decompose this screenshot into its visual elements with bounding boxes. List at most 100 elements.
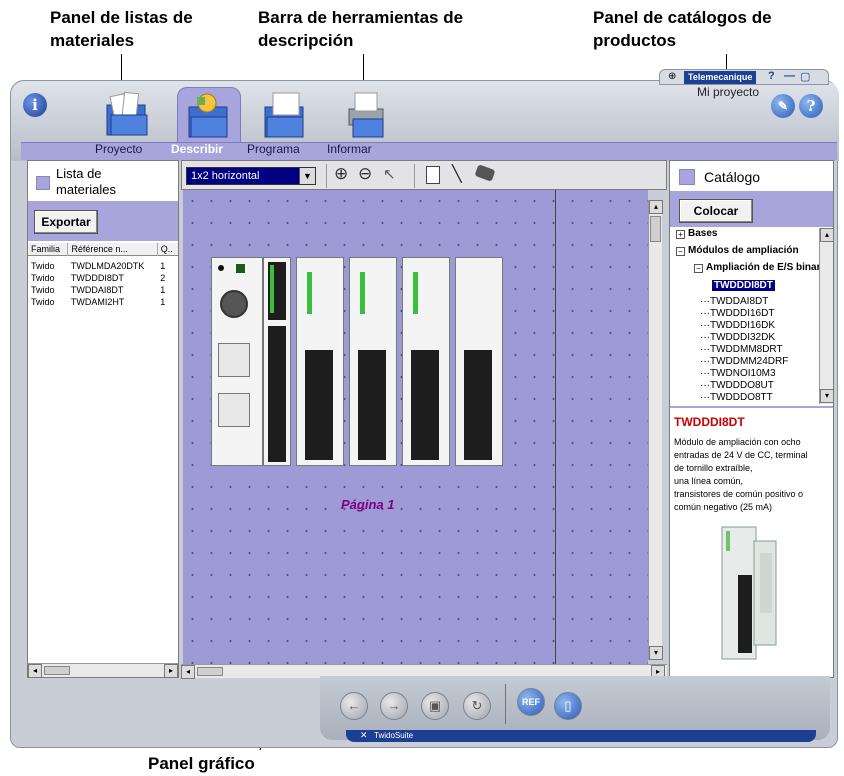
column-header-family[interactable]: Familia <box>28 243 69 256</box>
eraser-icon[interactable] <box>474 164 496 182</box>
chevron-down-icon[interactable]: ▼ <box>299 168 315 184</box>
tree-item[interactable]: ···TWDDDI16DK <box>700 320 775 331</box>
analog-module[interactable] <box>455 257 503 466</box>
brand-strip: ⊕ Telemecanique ? — ▢ <box>659 69 829 85</box>
collapse-icon[interactable]: − <box>676 247 685 256</box>
tree-item[interactable]: ···TWDDMM24DRF <box>700 356 788 367</box>
scroll-left-icon[interactable]: ◂ <box>181 665 195 679</box>
help-context-icon[interactable]: ? <box>768 70 775 82</box>
layout-select[interactable]: 1x2 horizontal ▼ <box>186 167 316 185</box>
graphic-canvas[interactable]: Página 1 ▴ ▾ <box>183 190 663 669</box>
restore-icon[interactable]: ▢ <box>800 70 810 83</box>
io-leds <box>413 272 418 314</box>
column-header-reference[interactable]: Référence n... <box>67 243 158 256</box>
scroll-up-icon[interactable]: ▴ <box>820 228 833 242</box>
catalog-header-swatch <box>679 169 695 185</box>
module-icon[interactable] <box>426 166 440 184</box>
catalog-title: Catálogo <box>704 169 761 185</box>
place-button[interactable]: Colocar <box>679 199 753 223</box>
scroll-right-icon[interactable]: ▸ <box>164 664 178 678</box>
base-terminal-block[interactable] <box>263 257 291 466</box>
canvas-vertical-scrollbar[interactable]: ▴ ▾ <box>648 200 663 660</box>
product-description: Módulo de ampliación con ocho entradas d… <box>674 437 808 512</box>
terminal-strip <box>411 350 439 460</box>
program-folder-icon[interactable] <box>259 89 311 141</box>
tree-item[interactable]: ···TWDDMM8DRT <box>700 344 783 355</box>
table-row[interactable]: Twido TWDDAI8DT 1 <box>28 284 178 296</box>
tree-item-selected[interactable]: TWDDDI8DT <box>712 280 775 291</box>
tree-item-io-expansion[interactable]: Ampliación de E/S binari <box>706 262 823 273</box>
tab-strip <box>21 142 837 160</box>
save-icon[interactable]: ▣ <box>421 692 449 720</box>
catalog-divider <box>670 406 833 408</box>
tab-proyecto[interactable]: Proyecto <box>95 142 142 156</box>
led-icon <box>218 265 224 271</box>
back-icon[interactable]: ← <box>340 692 368 720</box>
toolbar-divider <box>326 164 327 188</box>
collapse-icon[interactable]: − <box>694 264 703 273</box>
scroll-down-icon[interactable]: ▾ <box>820 389 833 403</box>
scroll-left-icon[interactable]: ◂ <box>28 664 42 678</box>
project-name: Mi proyecto <box>697 85 760 99</box>
bom-header-swatch <box>36 176 50 190</box>
describe-folder-icon[interactable] <box>183 89 235 141</box>
export-button[interactable]: Exportar <box>34 210 98 234</box>
table-row[interactable]: Twido TWDDDI8DT 2 <box>28 272 178 284</box>
product-name: TWDDDI8DT <box>674 415 745 429</box>
tab-programa[interactable]: Programa <box>247 142 300 156</box>
expand-icon[interactable]: + <box>676 230 685 239</box>
serial-port-icon <box>220 290 248 318</box>
io-leds <box>307 272 312 314</box>
report-printer-icon[interactable] <box>341 89 393 141</box>
tree-item[interactable]: ···TWDDDO8UT <box>700 380 774 391</box>
tab-informar[interactable]: Informar <box>327 142 372 156</box>
bom-horizontal-scrollbar[interactable]: ◂ ▸ <box>28 663 178 678</box>
refresh-icon[interactable]: ↻ <box>463 692 491 720</box>
brand-logo: Telemecanique <box>684 71 757 84</box>
cartridge-slot <box>218 393 250 427</box>
expansion-module[interactable] <box>402 257 450 466</box>
info-icon[interactable]: i <box>23 93 47 117</box>
table-row[interactable]: Twido TWDAMI2HT 1 <box>28 296 178 308</box>
table-row[interactable]: Twido TWDLMDA20DTK 1 <box>28 260 178 272</box>
reference-icon[interactable]: REF <box>517 688 545 716</box>
layout-select-value: 1x2 horizontal <box>191 170 260 182</box>
zoom-in-icon[interactable]: ⊕ <box>334 164 348 184</box>
column-header-quantity[interactable]: Q.. <box>157 243 178 256</box>
project-folder-icon[interactable] <box>103 89 155 141</box>
tree-item[interactable]: ···TWDDDI16DT <box>700 308 774 319</box>
tree-item[interactable]: ···TWDDDO8TT <box>700 392 773 403</box>
status-icon <box>236 264 245 273</box>
expansion-module[interactable] <box>296 257 344 466</box>
forward-icon[interactable]: → <box>380 692 408 720</box>
globe-icon[interactable]: ⊕ <box>668 71 676 82</box>
dock-divider <box>505 684 506 724</box>
pointer-icon[interactable]: ↖ <box>383 165 396 183</box>
tree-item-bases[interactable]: Bases <box>688 228 717 239</box>
scroll-up-icon[interactable]: ▴ <box>649 200 663 214</box>
tree-item[interactable]: ···TWDNOI10M3 <box>700 368 776 379</box>
base-controller-module[interactable] <box>211 257 263 466</box>
tab-describir[interactable]: Describir <box>171 142 223 156</box>
tools-icon[interactable]: ✎ <box>771 94 795 118</box>
tree-item[interactable]: ···TWDDDI32DK <box>700 332 775 343</box>
zoom-out-icon[interactable]: ⊖ <box>358 164 372 184</box>
scroll-thumb[interactable] <box>197 667 223 676</box>
catalog-panel: Catálogo Colocar + Bases − Módulos de am… <box>669 160 834 678</box>
bom-table: Familia Référence n... Q.. Twido TWDLMDA… <box>28 243 178 308</box>
expansion-module[interactable] <box>349 257 397 466</box>
minimize-icon[interactable]: — <box>784 70 795 82</box>
bom-title: Lista de materiales <box>56 166 116 197</box>
scroll-down-icon[interactable]: ▾ <box>649 646 663 660</box>
page-break-line <box>555 190 556 669</box>
description-toolbar: 1x2 horizontal ▼ ⊕ ⊖ ↖ ╲ <box>181 160 667 190</box>
door-exit-icon[interactable]: ▯ <box>554 692 582 720</box>
cable-icon[interactable]: ╲ <box>452 164 462 184</box>
tree-item-expansion[interactable]: Módulos de ampliación <box>688 245 799 256</box>
scroll-thumb[interactable] <box>650 216 661 242</box>
tree-item[interactable]: ···TWDDAI8DT <box>700 296 768 307</box>
help-icon[interactable]: ? <box>799 94 823 118</box>
tree-vertical-scrollbar[interactable]: ▴ ▾ <box>819 228 833 404</box>
scroll-thumb[interactable] <box>44 666 70 675</box>
suite-icon: ✕ <box>360 730 368 740</box>
